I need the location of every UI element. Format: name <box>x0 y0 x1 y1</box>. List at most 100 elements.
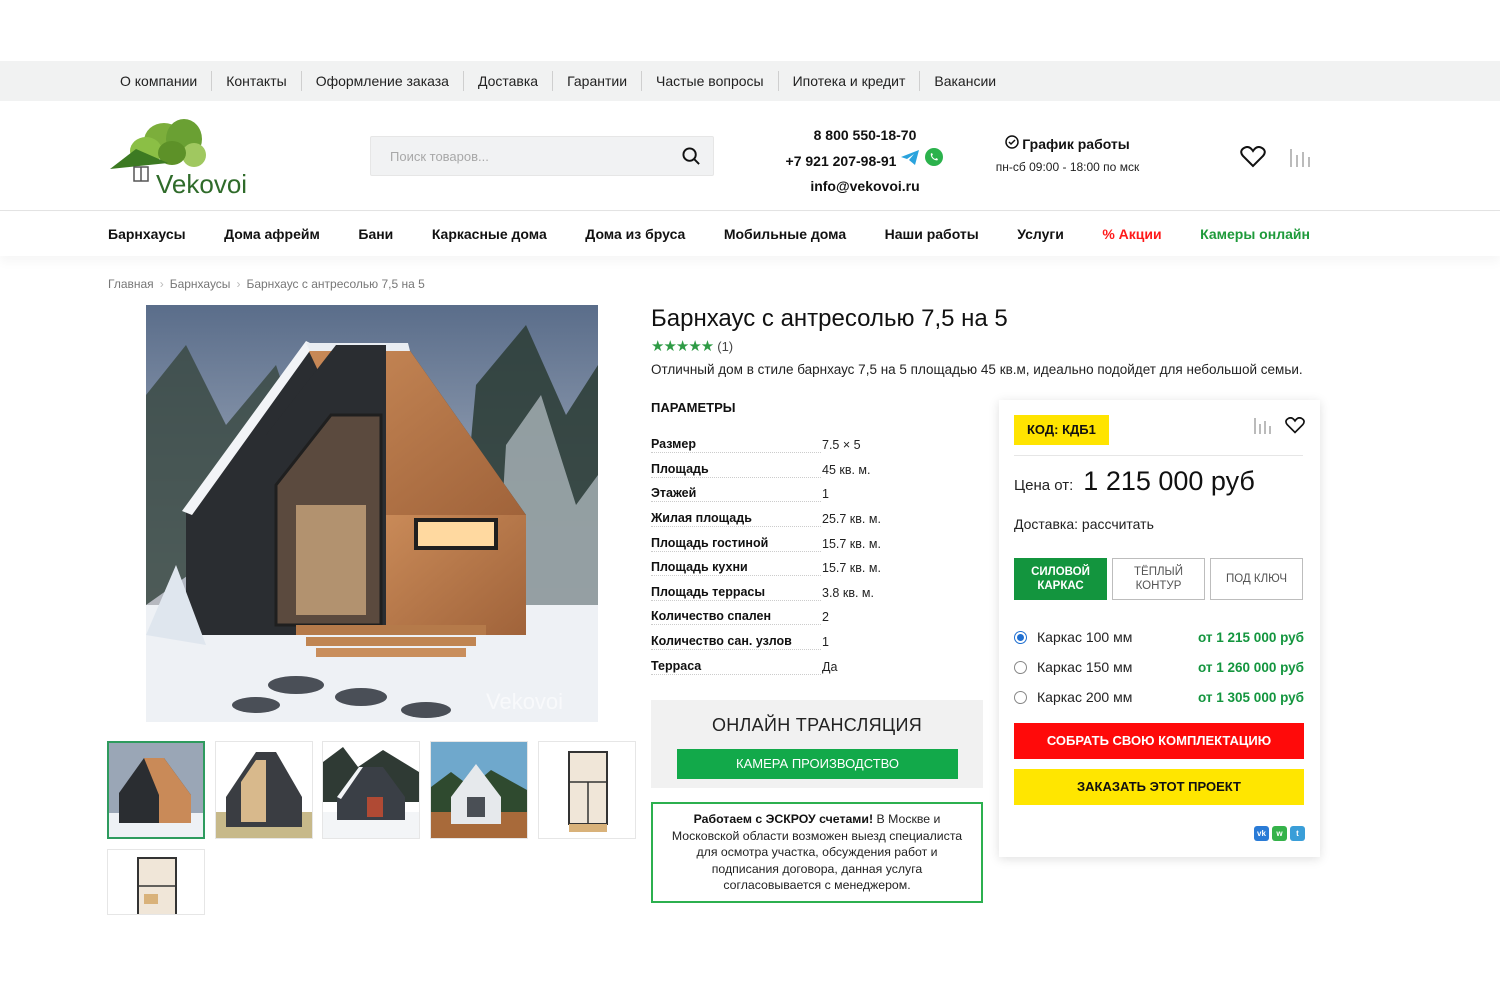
param-value: 45 кв. м. <box>822 462 871 477</box>
option-price: от 1 305 000 руб <box>1198 689 1304 705</box>
frame-option[interactable]: Каркас 100 мм от 1 215 000 руб <box>1014 622 1304 652</box>
nav-baths[interactable]: Бани <box>358 226 393 242</box>
whatsapp-icon[interactable] <box>924 147 944 174</box>
main-nav: Барнхаусы Дома афрейм Бани Каркасные дом… <box>0 212 1500 256</box>
topbar-link-faq[interactable]: Частые вопросы <box>642 71 779 91</box>
rating-stars: ★★★★★ <box>651 338 714 355</box>
topbar-link-vacancies[interactable]: Вакансии <box>920 71 1010 91</box>
param-value: 25.7 кв. м. <box>822 512 881 527</box>
radio-unselected[interactable] <box>1014 690 1027 704</box>
vk-icon[interactable]: vk <box>1254 826 1269 841</box>
param-value: 15.7 кв. м. <box>822 536 881 551</box>
nav-barnhouses[interactable]: Барнхаусы <box>108 226 186 242</box>
param-key: Размер <box>651 437 821 454</box>
product-rating[interactable]: ★★★★★ (1) <box>651 337 733 355</box>
online-stream-title: ОНЛАЙН ТРАНСЛЯЦИЯ <box>711 715 923 735</box>
param-value: 1 <box>822 635 829 650</box>
search-box <box>370 136 714 176</box>
product-main-photo[interactable]: Vekovoi <box>146 305 598 722</box>
phone-main[interactable]: 8 800 550-18-70 <box>770 123 960 147</box>
order-project-button[interactable]: ЗАКАЗАТЬ ЭТОТ ПРОЕКТ <box>1014 769 1304 805</box>
param-key: Жилая площадь <box>651 511 821 528</box>
share-buttons: vk w t <box>1254 826 1305 841</box>
variant-warm-contour[interactable]: ТЁПЛЫЙ КОНТУР <box>1112 558 1205 600</box>
param-row: Жилая площадь 25.7 кв. м. <box>651 507 981 532</box>
param-key: Количество спален <box>651 609 821 626</box>
telegram-icon[interactable] <box>900 149 920 173</box>
thumbnail-5-floorplan[interactable] <box>538 741 636 839</box>
radio-unselected[interactable] <box>1014 660 1027 674</box>
price-value: 1 215 000 руб <box>1083 466 1255 496</box>
nav-cameras[interactable]: Камеры онлайн <box>1200 226 1310 242</box>
whatsapp-icon[interactable]: w <box>1272 826 1287 841</box>
site-logo[interactable]: Vekovoi <box>106 117 248 199</box>
photo-watermark: Vekovoi <box>486 689 563 714</box>
topbar-link-guarantees[interactable]: Гарантии <box>553 71 643 91</box>
nav-our-works[interactable]: Наши работы <box>885 226 979 242</box>
nav-aframe[interactable]: Дома афрейм <box>224 226 320 242</box>
work-schedule: График работы пн-сб 09:00 - 18:00 по мск <box>985 135 1150 174</box>
option-price: от 1 215 000 руб <box>1198 629 1304 645</box>
param-key: Площадь террасы <box>651 585 821 601</box>
breadcrumb-category[interactable]: Барнхаусы <box>170 277 231 291</box>
delivery-link[interactable]: Доставка: рассчитать <box>1014 516 1154 532</box>
thumbnail-6-floorplan[interactable] <box>107 849 205 915</box>
thumbnail-4[interactable] <box>430 741 528 839</box>
site-header: Vekovoi 8 800 550-18-70 +7 921 207-98-91… <box>0 101 1500 211</box>
breadcrumb-current: Барнхаус с антресолью 7,5 на 5 <box>246 277 425 291</box>
compare-bars-icon[interactable] <box>1288 145 1312 174</box>
param-row: Количество сан. узлов 1 <box>651 630 981 655</box>
param-row: Этажей 1 <box>651 482 981 507</box>
breadcrumb-separator: › <box>159 277 164 291</box>
thumbnail-3[interactable] <box>322 741 420 839</box>
rating-count: (1) <box>717 338 734 354</box>
param-value: 3.8 кв. м. <box>822 585 874 600</box>
card-icons <box>1253 416 1305 439</box>
param-row: Количество спален 2 <box>651 605 981 630</box>
favorites-heart-icon[interactable] <box>1240 146 1266 173</box>
search-icon[interactable] <box>682 147 701 171</box>
option-label: Каркас 150 мм <box>1037 659 1133 675</box>
telegram-icon[interactable]: t <box>1290 826 1305 841</box>
nav-services[interactable]: Услуги <box>1017 226 1064 242</box>
top-bar: О компании Контакты Оформление заказа До… <box>0 61 1500 101</box>
breadcrumb-separator: › <box>236 277 241 291</box>
compare-bars-icon[interactable] <box>1253 416 1273 439</box>
param-key: Площадь <box>651 462 821 478</box>
email-link[interactable]: info@vekovoi.ru <box>770 174 960 198</box>
param-key: Терраса <box>651 659 821 675</box>
nav-frame-houses[interactable]: Каркасные дома <box>432 226 547 242</box>
topbar-link-about[interactable]: О компании <box>106 71 213 91</box>
param-row: Площадь 45 кв. м. <box>651 458 981 483</box>
topbar-link-mortgage[interactable]: Ипотека и кредит <box>779 71 921 91</box>
breadcrumb: Главная › Барнхаусы › Барнхаус с антресо… <box>108 277 425 291</box>
frame-option[interactable]: Каркас 200 мм от 1 305 000 руб <box>1014 682 1304 712</box>
params-table: Размер 7.5 × 5 Площадь 45 кв. м. Этажей 1 Ж… <box>651 433 981 679</box>
camera-production-button[interactable]: КАМЕРА ПРОИЗВОДСТВО <box>677 749 958 779</box>
thumbnail-2[interactable] <box>215 741 313 839</box>
nav-promotions[interactable]: % Акции <box>1102 226 1161 242</box>
search-input[interactable] <box>371 137 661 175</box>
escrow-bold: Работаем с ЭСКРОУ счетами! <box>693 812 874 826</box>
breadcrumb-home[interactable]: Главная <box>108 277 154 291</box>
param-row: Размер 7.5 × 5 <box>651 433 981 458</box>
favorite-heart-icon[interactable] <box>1285 416 1305 439</box>
product-code-badge: КОД: КДБ1 <box>1014 415 1109 445</box>
topbar-link-delivery[interactable]: Доставка <box>464 71 554 91</box>
param-value: 7.5 × 5 <box>822 438 861 453</box>
param-key: Площадь кухни <box>651 560 821 577</box>
frame-option[interactable]: Каркас 150 мм от 1 260 000 руб <box>1014 652 1304 682</box>
build-config-button[interactable]: СОБРАТЬ СВОЮ КОМПЛЕКТАЦИЮ <box>1014 723 1304 759</box>
topbar-link-order[interactable]: Оформление заказа <box>302 71 464 91</box>
variant-power-frame[interactable]: СИЛОВОЙ КАРКАС <box>1014 558 1107 600</box>
param-key: Этажей <box>651 486 821 503</box>
phone-secondary[interactable]: +7 921 207-98-91 <box>786 149 897 173</box>
variant-turnkey[interactable]: ПОД КЛЮЧ <box>1210 558 1303 600</box>
nav-timber-houses[interactable]: Дома из бруса <box>585 226 685 242</box>
radio-selected[interactable] <box>1014 630 1027 644</box>
topbar-link-contacts[interactable]: Контакты <box>212 71 302 91</box>
option-label: Каркас 200 мм <box>1037 689 1133 705</box>
thumbnail-1[interactable] <box>107 741 205 839</box>
product-description: Отличный дом в стиле барнхаус 7,5 на 5 п… <box>651 362 1303 377</box>
nav-mobile-houses[interactable]: Мобильные дома <box>724 226 846 242</box>
